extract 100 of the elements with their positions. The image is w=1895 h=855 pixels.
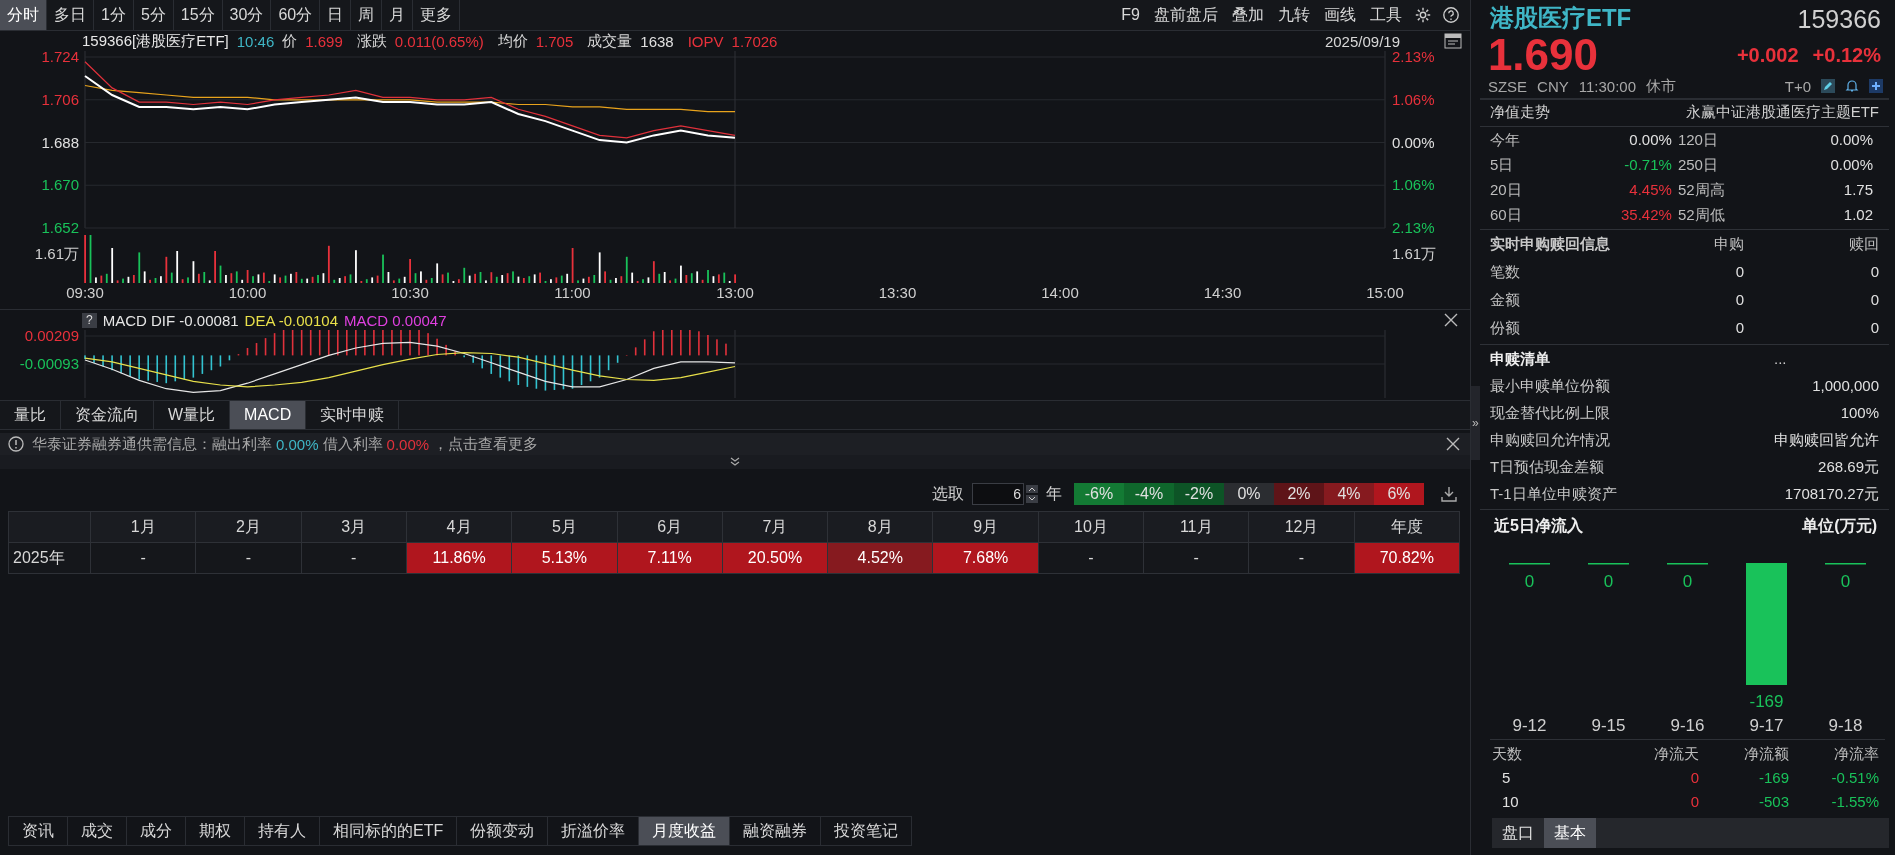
bottom-tab[interactable]: 份额变动 <box>457 817 549 845</box>
year-field[interactable]: 6 <box>972 483 1024 505</box>
toolbar-button[interactable]: 盘前盘后 <box>1148 4 1224 26</box>
column-header: 5月 <box>512 512 618 543</box>
axis-label: 14:00 <box>1041 284 1079 301</box>
bottom-tab[interactable]: 成交 <box>68 817 127 845</box>
security-title: 159366[港股医疗ETF] <box>82 31 229 51</box>
legend-swatch: 0% <box>1224 483 1274 505</box>
row-value: 0 <box>1734 262 1744 282</box>
period-tab[interactable]: 分时 <box>0 0 47 30</box>
banner-text[interactable]: 华泰证券融券通供需信息：融出利率 <box>32 434 272 454</box>
period-tab[interactable]: 周 <box>351 0 383 30</box>
bell-icon[interactable] <box>1845 79 1859 93</box>
period-tab[interactable]: 60分 <box>271 0 321 30</box>
banner-text[interactable]: 0.00% <box>386 435 430 453</box>
column-header: 2月 <box>196 512 302 543</box>
window-icon <box>1444 33 1462 49</box>
period-tab[interactable]: 更多 <box>413 0 461 30</box>
stat-value: 35.42% <box>1620 205 1673 225</box>
collapse-handle[interactable]: » <box>1471 385 1480 460</box>
bottom-tab[interactable]: 资讯 <box>9 817 68 845</box>
table-cell-text: 0 <box>1689 768 1699 788</box>
table-cell: 7.68% <box>933 543 1039 574</box>
field-value: 0.011(0.65%) <box>394 32 484 50</box>
column-header: 净流额 <box>1743 744 1789 764</box>
unit-label: 单位(万元) <box>1802 516 1877 536</box>
bottom-tab[interactable]: 相同标的的ETF <box>320 817 458 845</box>
stat-value: 1.02 <box>1842 205 1874 225</box>
axis-label: 2.13% <box>1392 219 1435 236</box>
help-icon[interactable]: ? <box>82 312 97 328</box>
toolbar-button[interactable]: 工具 <box>1364 4 1408 26</box>
indicator-value: MACD 0.00047 <box>344 311 447 329</box>
axis-label: 1.06% <box>1392 90 1435 108</box>
legend-swatch: -6% <box>1074 483 1124 505</box>
period-tab[interactable]: 月 <box>382 0 414 30</box>
pencil-icon[interactable] <box>1821 79 1835 93</box>
stat-label: 250日 <box>1677 155 1719 175</box>
column-header: 净流率 <box>1833 744 1879 764</box>
period-tab[interactable]: 多日 <box>47 0 94 30</box>
banner-text[interactable]: ，点击查看更多 <box>433 434 539 454</box>
bottom-tab[interactable]: 成分 <box>127 817 186 845</box>
table-cell-text: 0 <box>1689 792 1699 812</box>
close-icon[interactable] <box>1446 437 1460 451</box>
row-value: 申购赎回皆允许 <box>1774 430 1879 450</box>
indicator-tab[interactable]: 资金流向 <box>61 401 154 429</box>
row-value: 1,000,000 <box>1811 376 1879 396</box>
row-label: 现金替代比例上限 <box>1489 403 1611 423</box>
stat-value: -0.71% <box>1623 155 1673 175</box>
period-tab[interactable]: 5分 <box>133 0 174 30</box>
settings-icon[interactable] <box>1414 6 1432 24</box>
period-tab[interactable]: 日 <box>320 0 352 30</box>
bottom-tab[interactable]: 持有人 <box>245 817 320 845</box>
field-label: 价 <box>282 31 298 51</box>
nav-label: 净值走势 <box>1489 102 1550 122</box>
toolbar-button[interactable]: 画线 <box>1318 4 1362 26</box>
table-cell: 4.52% <box>828 543 934 574</box>
panel-tab[interactable]: 盘口 <box>1491 818 1544 848</box>
axis-label: 1.652 <box>41 219 79 236</box>
data-label: 0 <box>1524 571 1535 591</box>
indicator-tab[interactable]: 量比 <box>0 401 61 429</box>
toolbar-button[interactable]: 九转 <box>1272 4 1316 26</box>
period-tab[interactable]: 15分 <box>173 0 223 30</box>
toolbar-button[interactable]: 叠加 <box>1226 4 1270 26</box>
status-text: SZSE <box>1487 77 1528 95</box>
axis-label: 15:00 <box>1366 284 1404 301</box>
table-cell: 7.11% <box>617 543 723 574</box>
bottom-tab[interactable]: 融资融券 <box>730 817 822 845</box>
toolbar-button[interactable]: F9 <box>1115 6 1146 24</box>
row-label: 份额 <box>1489 318 1521 338</box>
bottom-tab[interactable]: 期权 <box>186 817 245 845</box>
table-cell: - <box>301 543 407 574</box>
column-header: 8月 <box>828 512 934 543</box>
download-icon[interactable] <box>1440 485 1458 503</box>
quote-date: 2025/09/19 <box>1324 32 1400 50</box>
plus-icon[interactable] <box>1869 79 1883 93</box>
axis-label: 0.00209 <box>24 330 79 344</box>
expand-icon[interactable] <box>730 457 740 467</box>
axis-label: 1.688 <box>41 133 79 151</box>
help-icon[interactable] <box>1442 6 1460 24</box>
axis-label: 13:30 <box>878 284 917 301</box>
indicator-tab[interactable]: 实时申赎 <box>306 401 400 429</box>
bottom-tab[interactable]: 投资笔记 <box>821 817 913 845</box>
bottom-tab[interactable]: 月度收益 <box>639 817 731 845</box>
close-icon[interactable] <box>1444 313 1458 327</box>
axis-label: 10:30 <box>391 284 429 301</box>
banner-text[interactable]: 借入利率 <box>322 434 383 454</box>
price-change: +0.002 <box>1736 43 1799 67</box>
banner-text[interactable]: 0.00% <box>276 435 319 453</box>
period-tab[interactable]: 1分 <box>94 0 134 30</box>
spinner-arrows-icon[interactable] <box>1026 485 1038 503</box>
info-icon <box>8 436 24 452</box>
period-tab[interactable]: 30分 <box>222 0 272 30</box>
row-label: T-1日单位申赎资产 <box>1489 484 1618 504</box>
axis-label: 9-18 <box>1828 716 1863 735</box>
data-label: 0 <box>1682 571 1693 591</box>
axis-label: 1.670 <box>41 176 79 194</box>
indicator-tab[interactable]: MACD <box>230 401 307 429</box>
panel-tab[interactable]: 基本 <box>1543 818 1596 848</box>
axis-label: 9-12 <box>1512 716 1547 735</box>
more-button[interactable]: ... <box>1774 345 1879 372</box>
